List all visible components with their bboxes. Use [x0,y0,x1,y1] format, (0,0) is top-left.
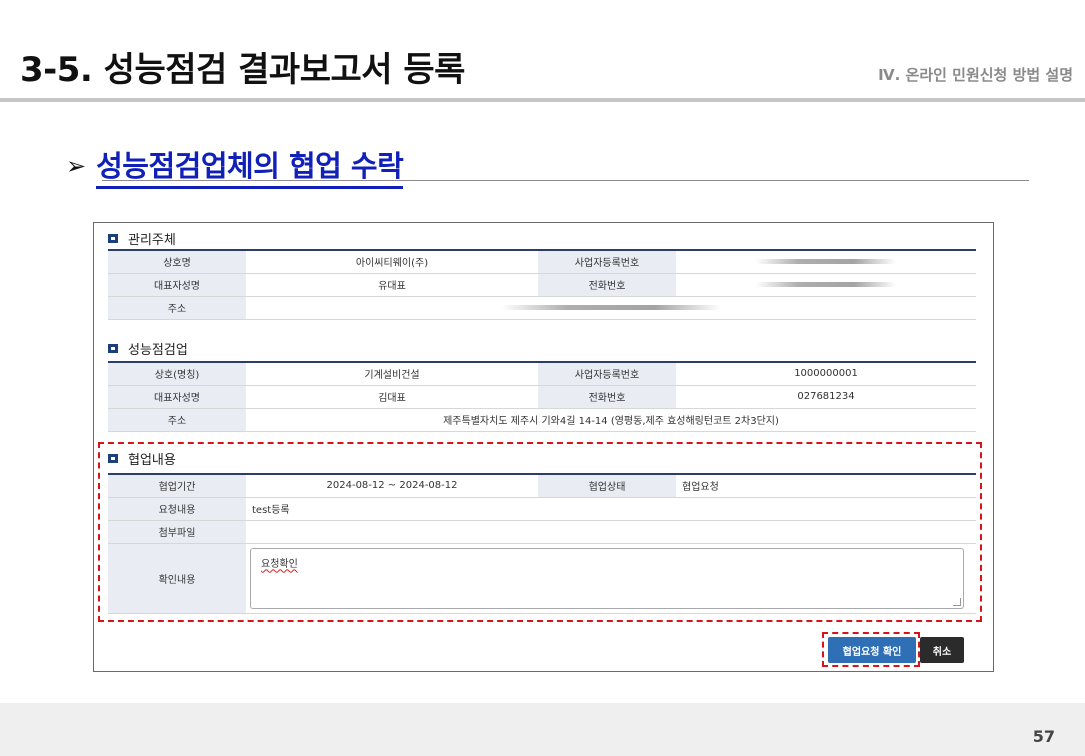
blurred-business-number [676,250,976,274]
confirm-button-highlight-box [822,632,920,667]
table-value: 기계설비건설 [246,362,538,386]
footer-band [0,703,1085,756]
cancel-button[interactable]: 취소 [920,637,964,663]
table-label: 전화번호 [538,385,676,409]
subtitle-text: 성능점검업체의 협업 수락 [96,143,404,189]
table-label: 전화번호 [538,273,676,297]
table-row: 상호(명칭) 기계설비건설 사업자등록번호 1000000001 [108,362,976,386]
inspector-heading-text: 성능점검업 [128,343,188,358]
subtitle: ➢ 성능점검업체의 협업 수락 [66,143,404,189]
management-heading-text: 관리주체 [128,233,176,248]
table-value: 027681234 [676,385,976,409]
blurred-address [246,296,976,320]
table-label: 주소 [108,408,246,432]
slide-section-label: Ⅳ. 온라인 민원신청 방법 설명 [878,66,1073,84]
cooperation-highlight-box [98,442,982,622]
blurred-phone-number [676,273,976,297]
header-divider [0,98,1085,102]
inspector-section-heading: 성능점검업 [108,339,188,358]
table-label: 상호명 [108,250,246,274]
table-row: 주소 [108,296,976,320]
table-value: 김대표 [246,385,538,409]
arrow-bullet-icon: ➢ [66,152,87,180]
table-label: 주소 [108,296,246,320]
table-value: 유대표 [246,273,538,297]
management-table: 상호명 아이씨티웨이(주) 사업자등록번호 대표자성명 유대표 전화번호 주소 [108,249,976,320]
table-label: 사업자등록번호 [538,362,676,386]
table-value: 1000000001 [676,362,976,386]
page-number: 57 [1032,727,1055,746]
square-bullet-icon [108,234,118,243]
table-label: 사업자등록번호 [538,250,676,274]
table-label: 대표자성명 [108,385,246,409]
form-screenshot: 관리주체 상호명 아이씨티웨이(주) 사업자등록번호 대표자성명 유대표 전화번… [93,222,994,672]
table-row: 대표자성명 김대표 전화번호 027681234 [108,385,976,409]
inspector-table: 상호(명칭) 기계설비건설 사업자등록번호 1000000001 대표자성명 김… [108,361,976,432]
table-row: 상호명 아이씨티웨이(주) 사업자등록번호 [108,250,976,274]
square-bullet-icon [108,344,118,353]
subtitle-divider [102,180,1029,181]
table-label: 상호(명칭) [108,362,246,386]
table-row: 대표자성명 유대표 전화번호 [108,273,976,297]
management-section-heading: 관리주체 [108,229,176,248]
table-value: 제주특별자치도 제주시 기와4길 14-14 (영평동,제주 효성해링턴코트 2… [246,408,976,432]
table-value: 아이씨티웨이(주) [246,250,538,274]
table-row: 주소 제주특별자치도 제주시 기와4길 14-14 (영평동,제주 효성해링턴코… [108,408,976,432]
table-label: 대표자성명 [108,273,246,297]
slide-title: 3-5. 성능점검 결과보고서 등록 [20,50,465,90]
